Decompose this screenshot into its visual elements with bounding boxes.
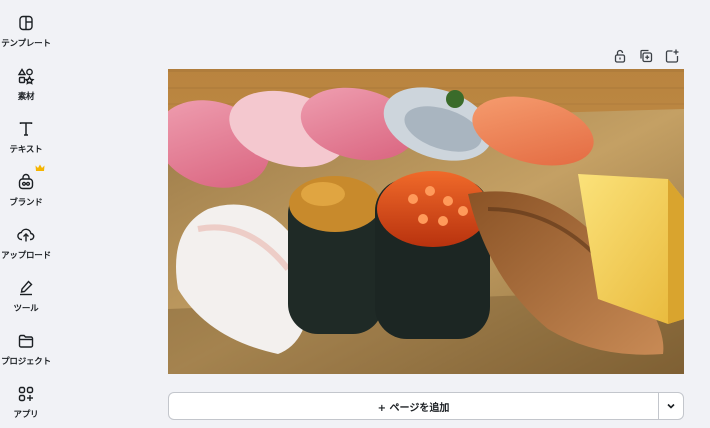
sidebar-item-text[interactable]: テキスト <box>0 120 52 155</box>
sidebar-item-label: ツール <box>13 304 39 314</box>
sidebar-item-uploads[interactable]: アップロード <box>0 226 52 261</box>
sidebar-item-label: ブランド <box>9 198 43 208</box>
chevron-down-icon <box>667 403 675 409</box>
sidebar-item-label: アップロード <box>1 251 51 261</box>
sidebar-item-tools[interactable]: ツール <box>0 279 52 314</box>
projects-icon <box>18 334 34 348</box>
lock-icon[interactable] <box>612 48 628 64</box>
duplicate-icon[interactable] <box>638 48 654 64</box>
sushi-photo <box>168 69 684 374</box>
sidebar-item-label: アプリ <box>13 410 39 420</box>
sidebar-item-projects[interactable]: プロジェクト <box>0 332 52 367</box>
add-page-button[interactable]: + ページを追加 <box>169 393 658 419</box>
left-sidebar: テンプレート 素材 テキスト ブランド アップロード ツール プロジェクト アプ… <box>0 0 52 428</box>
brand-icon <box>18 173 34 190</box>
sidebar-item-label: テキスト <box>9 145 43 155</box>
text-icon <box>19 122 33 136</box>
design-canvas[interactable] <box>168 69 684 374</box>
sidebar-item-apps[interactable]: アプリ <box>0 385 52 420</box>
add-page-icon[interactable] <box>664 48 680 64</box>
sidebar-item-label: 素材 <box>17 92 35 102</box>
template-icon <box>19 15 33 31</box>
sidebar-item-templates[interactable]: テンプレート <box>0 14 52 49</box>
sidebar-item-elements[interactable]: 素材 <box>0 67 52 102</box>
apps-icon <box>18 386 34 402</box>
add-page-bar: + ページを追加 <box>168 392 684 420</box>
elements-icon <box>17 68 35 85</box>
add-page-options-button[interactable] <box>659 393 683 419</box>
page-toolbar <box>612 48 680 64</box>
sidebar-item-label: プロジェクト <box>1 357 51 367</box>
sidebar-item-label: テンプレート <box>1 39 51 49</box>
upload-icon <box>17 228 35 242</box>
tools-icon <box>20 280 33 296</box>
crown-icon <box>35 164 45 171</box>
sidebar-item-brand[interactable]: ブランド <box>0 173 52 208</box>
